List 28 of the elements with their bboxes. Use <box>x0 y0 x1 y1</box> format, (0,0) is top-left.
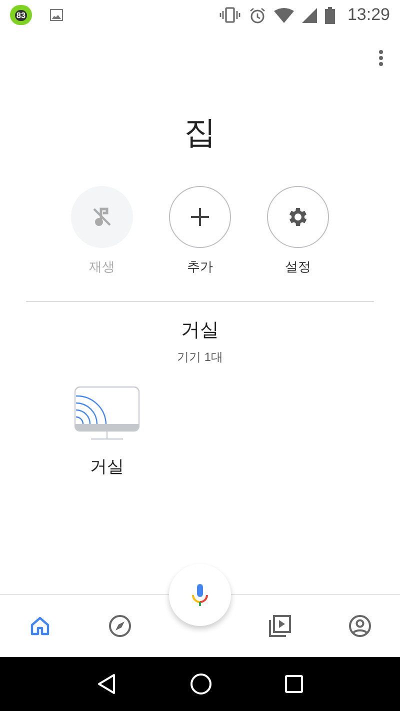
signal-icon <box>302 8 318 22</box>
action-label: 추가 <box>187 258 213 276</box>
display-icon[interactable] <box>74 386 140 442</box>
account-icon[interactable] <box>348 614 372 638</box>
vibrate-icon <box>219 7 242 23</box>
device-label: 거실 <box>90 456 124 478</box>
back-icon[interactable] <box>96 673 117 695</box>
action-label: 설정 <box>285 258 311 276</box>
home-title: 집 <box>184 113 216 152</box>
recents-icon[interactable] <box>285 675 304 693</box>
home-button-icon[interactable] <box>190 673 212 695</box>
microphone-icon <box>191 583 209 607</box>
battery-icon <box>325 6 336 24</box>
alarm-icon <box>249 6 266 24</box>
compass-icon[interactable] <box>108 614 132 638</box>
home-icon[interactable] <box>30 616 50 636</box>
image-icon <box>50 9 63 21</box>
room-title: 거실 <box>181 318 219 342</box>
plus-icon <box>190 207 210 227</box>
media-icon[interactable] <box>268 614 292 638</box>
wifi-icon <box>274 8 294 22</box>
music-off-icon <box>91 206 113 228</box>
more-menu-icon[interactable] <box>378 49 384 67</box>
notification-badge-icon: 83 <box>10 5 32 25</box>
mic-button[interactable] <box>169 564 231 626</box>
action-label: 재생 <box>89 258 115 276</box>
device-count: 기기 1대 <box>176 348 223 366</box>
status-time: 13:29 <box>347 4 390 26</box>
